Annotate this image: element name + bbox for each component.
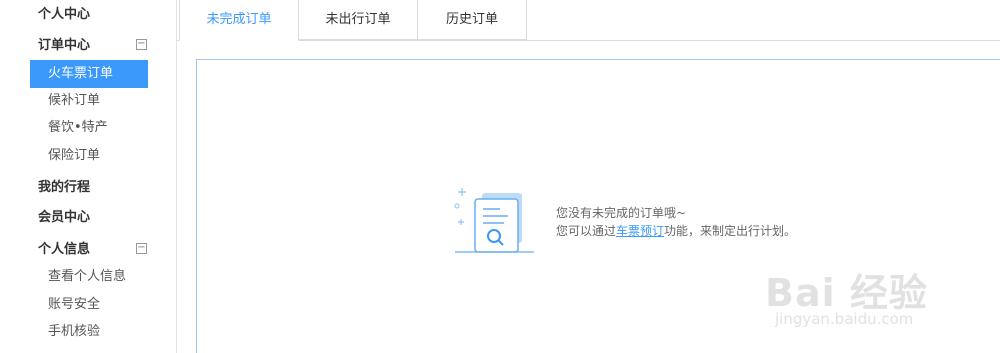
ticket-booking-link[interactable]: 车票预订 <box>616 224 664 238</box>
empty-state-line1: 您没有未完成的订单哦~ <box>556 206 687 220</box>
sidebar-item-waitlist-orders[interactable]: 候补订单 <box>30 87 148 115</box>
tab-untraveled-orders[interactable]: 未出行订单 <box>298 0 418 40</box>
sidebar-item-view-info[interactable]: 查看个人信息 <box>30 263 148 291</box>
collapse-icon[interactable]: − <box>136 39 147 50</box>
tab-incomplete-orders[interactable]: 未完成订单 <box>179 0 299 41</box>
empty-state-message: 您没有未完成的订单哦~ 您可以通过车票预订功能，来制定出行计划。 <box>556 204 796 240</box>
sidebar-item-order-center[interactable]: 订单中心 <box>38 37 90 55</box>
sidebar-item-phone-verify[interactable]: 手机核验 <box>30 318 148 346</box>
sidebar-item-my-trips[interactable]: 我的行程 <box>38 179 90 197</box>
collapse-icon[interactable]: − <box>136 243 147 254</box>
sidebar-item-catering[interactable]: 餐饮•特产 <box>30 114 148 142</box>
watermark-logo: Bai 经验 <box>765 271 928 315</box>
order-tabs: 未完成订单 未出行订单 历史订单 <box>177 0 1000 41</box>
sidebar-item-train-orders[interactable]: 火车票订单 <box>30 60 148 88</box>
sidebar-item-member-center[interactable]: 会员中心 <box>38 209 90 227</box>
sidebar: 个人中心 订单中心 − 火车票订单 候补订单 餐饮•特产 保险订单 我的行程 会… <box>0 0 177 353</box>
empty-state-prefix: 您可以通过 <box>556 224 617 238</box>
sidebar-item-personal-info[interactable]: 个人信息 <box>38 241 90 259</box>
baidu-jingyan-watermark: Bai 经验 jingyan.baidu.com <box>765 262 995 342</box>
empty-state-line2: 您可以通过车票预订功能，来制定出行计划。 <box>556 222 796 240</box>
sidebar-item-account-security[interactable]: 账号安全 <box>30 291 148 319</box>
document-search-icon <box>454 188 534 253</box>
sidebar-item-insurance-orders[interactable]: 保险订单 <box>30 142 148 170</box>
watermark-url: jingyan.baidu.com <box>775 310 914 328</box>
sidebar-item-personal-center[interactable]: 个人中心 <box>38 6 90 24</box>
tab-history-orders[interactable]: 历史订单 <box>417 0 527 40</box>
empty-state-suffix: 功能，来制定出行计划。 <box>664 224 797 238</box>
